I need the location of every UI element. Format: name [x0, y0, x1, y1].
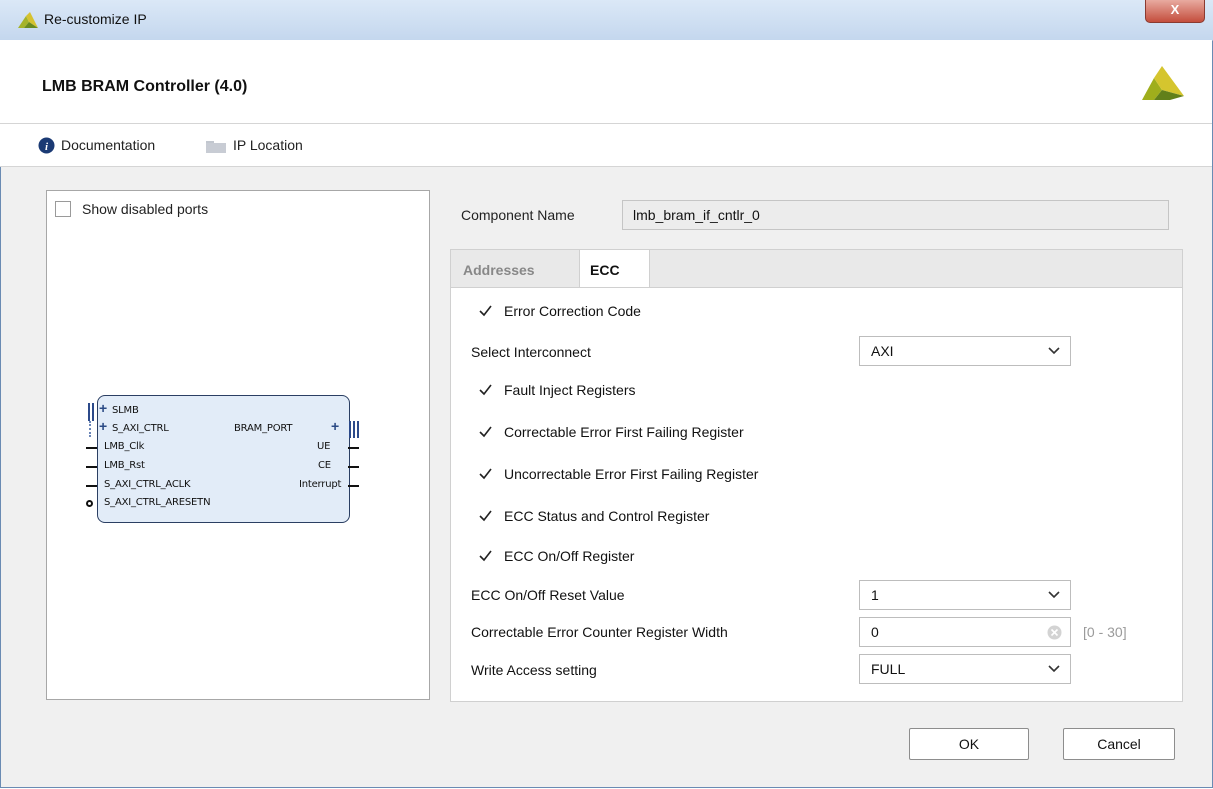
ue-first-failing-label: Uncorrectable Error First Failing Regist…: [504, 466, 759, 482]
port-bram-port: BRAM_PORT: [234, 423, 293, 434]
ue-first-failing-checkbox[interactable]: [478, 466, 493, 481]
tab-strip: Addresses ECC: [450, 249, 1183, 289]
pin-lmb-rst: [86, 466, 97, 468]
onoff-reset-value-dropdown[interactable]: 1: [859, 580, 1071, 610]
port-s-axi-ctrl-aclk: S_AXI_CTRL_ACLK: [104, 479, 191, 490]
xilinx-small-icon: [18, 12, 38, 28]
toolbar: i Documentation IP Location: [0, 124, 1212, 167]
select-interconnect-value: AXI: [871, 343, 894, 359]
select-interconnect-label: Select Interconnect: [471, 344, 591, 360]
clear-icon[interactable]: [1047, 625, 1062, 640]
fault-inject-registers-checkbox[interactable]: [478, 382, 493, 397]
slmb-expand-icon[interactable]: +: [99, 400, 107, 416]
close-button[interactable]: X: [1145, 0, 1205, 23]
ecc-status-control-checkbox[interactable]: [478, 508, 493, 523]
component-name-field[interactable]: lmb_bram_if_cntlr_0: [622, 200, 1169, 230]
chevron-down-icon: [1048, 665, 1060, 673]
header-panel: LMB BRAM Controller (4.0): [0, 40, 1212, 124]
ip-location-link[interactable]: IP Location: [233, 137, 303, 153]
ce-first-failing-label: Correctable Error First Failing Register: [504, 424, 744, 440]
pin-s-axi-ctrl-aresetn-bubble: [86, 500, 93, 507]
window-title: Re-customize IP: [44, 11, 147, 27]
port-s-axi-ctrl: S_AXI_CTRL: [112, 423, 169, 434]
fault-inject-registers-label: Fault Inject Registers: [504, 382, 636, 398]
tab-ecc[interactable]: ECC: [579, 250, 650, 289]
port-ue: UE: [317, 441, 331, 452]
onoff-reset-value-label: ECC On/Off Reset Value: [471, 587, 625, 603]
port-ce: CE: [318, 460, 331, 471]
show-disabled-ports-checkbox[interactable]: [55, 201, 71, 217]
page-title: LMB BRAM Controller (4.0): [42, 78, 248, 95]
ce-first-failing-checkbox[interactable]: [478, 424, 493, 439]
bram-bus-marker: [349, 421, 351, 438]
pin-s-axi-ctrl-aclk: [86, 485, 97, 487]
component-name-value: lmb_bram_if_cntlr_0: [633, 207, 760, 223]
port-lmb-clk: LMB_Clk: [104, 441, 145, 452]
port-lmb-rst: LMB_Rst: [104, 460, 145, 471]
bram-bus-marker-3: [357, 421, 359, 438]
port-interrupt: Interrupt: [299, 479, 342, 490]
counter-width-range: [0 - 30]: [1083, 624, 1127, 640]
ok-button[interactable]: OK: [909, 728, 1029, 760]
component-name-label: Component Name: [461, 207, 575, 223]
tab-addresses-label: Addresses: [463, 262, 535, 278]
write-access-label: Write Access setting: [471, 662, 597, 678]
show-disabled-ports-label: Show disabled ports: [82, 201, 209, 217]
xilinx-logo-icon: [1142, 66, 1184, 100]
tab-ecc-label: ECC: [590, 262, 620, 278]
bram-bus-marker-2: [353, 421, 355, 438]
counter-width-input[interactable]: 0: [859, 617, 1071, 647]
pin-lmb-clk: [86, 447, 97, 449]
error-correction-code-checkbox[interactable]: [478, 303, 493, 318]
pin-ue: [348, 447, 359, 449]
pin-interrupt: [348, 485, 359, 487]
title-bar: Re-customize IP X: [0, 0, 1213, 41]
error-correction-code-label: Error Correction Code: [504, 303, 641, 319]
info-icon: i: [38, 137, 55, 154]
chevron-down-icon: [1048, 591, 1060, 599]
select-interconnect-dropdown[interactable]: AXI: [859, 336, 1071, 366]
documentation-link[interactable]: Documentation: [61, 137, 155, 153]
port-slmb: SLMB: [112, 405, 139, 416]
tab-addresses[interactable]: Addresses: [451, 250, 579, 288]
counter-width-value: 0: [871, 624, 879, 640]
bram-port-expand-icon[interactable]: +: [331, 418, 339, 434]
s-axi-ctrl-expand-icon[interactable]: +: [99, 418, 107, 434]
slmb-bus-marker: [88, 403, 90, 421]
write-access-dropdown[interactable]: FULL: [859, 654, 1071, 684]
counter-width-label: Correctable Error Counter Register Width: [471, 624, 728, 640]
ecc-status-control-label: ECC Status and Control Register: [504, 508, 710, 524]
s-axi-ctrl-bus-marker: [89, 421, 97, 437]
ecc-onoff-register-label: ECC On/Off Register: [504, 548, 635, 564]
folder-icon: [206, 141, 226, 153]
pin-ce: [348, 466, 359, 468]
port-s-axi-ctrl-aresetn: S_AXI_CTRL_ARESETN: [104, 497, 211, 508]
slmb-bus-marker-2: [92, 403, 94, 421]
cancel-button[interactable]: Cancel: [1063, 728, 1175, 760]
ecc-onoff-register-checkbox[interactable]: [478, 548, 493, 563]
write-access-value: FULL: [871, 661, 906, 677]
chevron-down-icon: [1048, 347, 1060, 355]
onoff-reset-value: 1: [871, 587, 879, 603]
